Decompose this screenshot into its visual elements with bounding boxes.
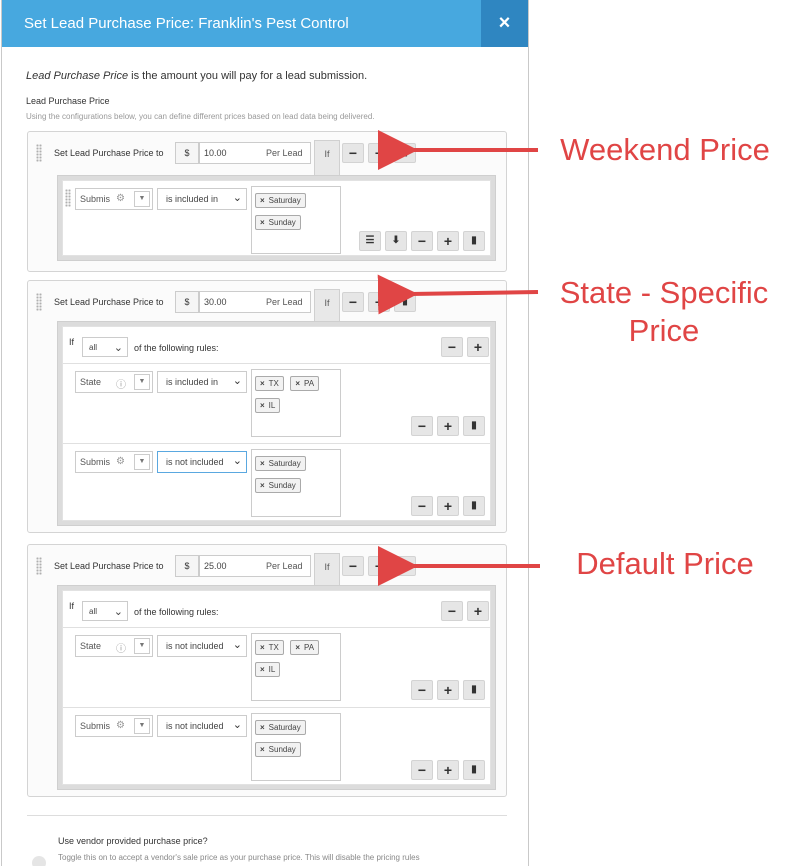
callout-state: State - Specific Price [538, 274, 790, 350]
callout-default: Default Price [576, 546, 754, 581]
callout-state-line2: Price [628, 313, 700, 348]
callout-weekend: Weekend Price [560, 132, 770, 167]
callout-state-line1: State - Specific [559, 275, 769, 310]
arrow-state [377, 274, 539, 315]
callout-arrows [377, 130, 540, 586]
